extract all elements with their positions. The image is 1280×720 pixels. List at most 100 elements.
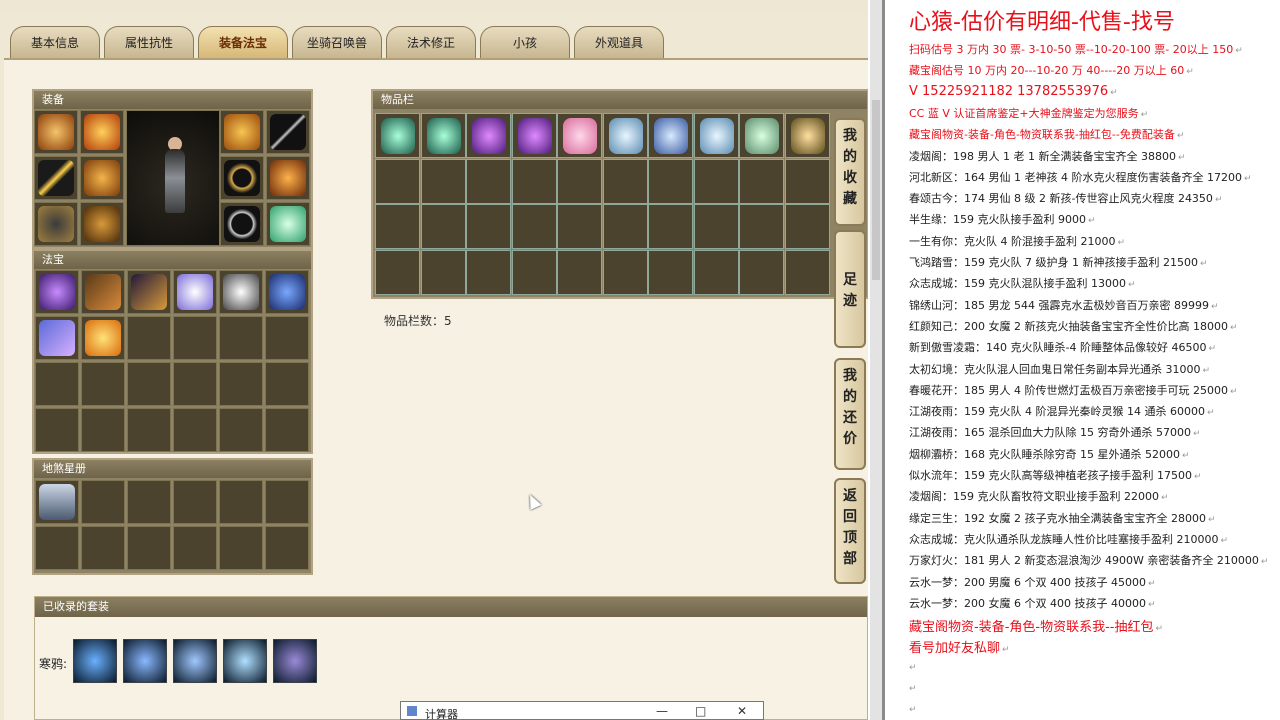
star-book-slot[interactable] [265,526,309,570]
side-button-3[interactable]: 返回顶部 [834,478,866,584]
star-book-slot[interactable] [219,526,263,570]
inventory-slot[interactable] [784,204,830,249]
inventory-slot[interactable] [420,113,466,158]
tab-0[interactable]: 基本信息 [10,26,100,58]
side-button-1[interactable]: 足迹 [834,230,866,348]
minimize-icon[interactable]: — [656,704,668,718]
star-book-slot[interactable] [35,526,79,570]
inventory-slot[interactable] [648,249,693,295]
treasure-slot[interactable] [265,408,309,452]
inventory-slot[interactable] [602,158,648,204]
equipment-slot[interactable] [34,110,78,154]
treasure-slot[interactable] [35,270,79,314]
star-book-slot[interactable] [219,480,263,524]
star-book-slot[interactable] [173,480,217,524]
inventory-slot[interactable] [784,113,830,158]
inventory-slot[interactable] [466,204,511,249]
treasure-slot[interactable] [219,270,263,314]
inventory-slot[interactable] [511,204,557,249]
inventory-slot[interactable] [693,249,739,295]
tab-3[interactable]: 坐骑召唤兽 [292,26,382,58]
inventory-slot[interactable] [511,113,557,158]
treasure-slot[interactable] [127,408,171,452]
tab-5[interactable]: 小孩 [480,26,570,58]
equipment-slot[interactable] [80,202,124,246]
inventory-slot[interactable] [466,113,511,158]
star-book-slot[interactable] [127,480,171,524]
tab-6[interactable]: 外观道具 [574,26,664,58]
treasure-slot[interactable] [35,316,79,360]
inventory-slot[interactable] [693,158,739,204]
tab-1[interactable]: 属性抗性 [104,26,194,58]
suit-3-icon[interactable] [173,639,217,683]
inventory-slot[interactable] [420,204,466,249]
treasure-slot[interactable] [173,362,217,406]
treasure-slot[interactable] [35,408,79,452]
treasure-slot[interactable] [219,316,263,360]
star-book-slot[interactable] [127,526,171,570]
treasure-slot[interactable] [127,270,171,314]
inventory-slot[interactable] [693,204,739,249]
inventory-slot[interactable] [784,158,830,204]
treasure-slot[interactable] [219,362,263,406]
inventory-slot[interactable] [602,249,648,295]
treasure-slot[interactable] [127,316,171,360]
equipment-slot[interactable] [80,156,124,200]
equipment-slot[interactable] [34,202,78,246]
inventory-slot[interactable] [648,204,693,249]
equipment-slot[interactable] [220,202,264,246]
treasure-slot[interactable] [81,270,125,314]
inventory-slot[interactable] [557,204,602,249]
treasure-slot[interactable] [81,316,125,360]
equipment-slot[interactable] [220,156,264,200]
inventory-slot[interactable] [602,113,648,158]
tab-2[interactable]: 装备法宝 [198,26,288,58]
inventory-slot[interactable] [420,249,466,295]
suit-1-icon[interactable] [73,639,117,683]
treasure-slot[interactable] [35,362,79,406]
close-icon[interactable]: ✕ [737,704,747,718]
treasure-slot[interactable] [81,408,125,452]
equipment-slot[interactable] [220,110,264,154]
side-button-2[interactable]: 我的还价 [834,358,866,470]
treasure-slot[interactable] [265,316,309,360]
inventory-slot[interactable] [557,158,602,204]
inventory-slot[interactable] [648,158,693,204]
inventory-slot[interactable] [375,158,420,204]
inventory-slot[interactable] [375,249,420,295]
star-book-slot[interactable] [35,480,79,524]
inventory-slot[interactable] [602,204,648,249]
game-scrollbar[interactable] [870,0,882,720]
calculator-window[interactable]: 计算器 — □ ✕ [400,701,764,720]
inventory-slot[interactable] [557,249,602,295]
inventory-slot[interactable] [739,204,784,249]
scrollbar-thumb[interactable] [872,100,880,280]
inventory-slot[interactable] [739,158,784,204]
treasure-slot[interactable] [127,362,171,406]
tab-4[interactable]: 法术修正 [386,26,476,58]
inventory-slot[interactable] [466,158,511,204]
inventory-slot[interactable] [375,204,420,249]
suit-2-icon[interactable] [123,639,167,683]
treasure-slot[interactable] [265,362,309,406]
treasure-slot[interactable] [219,408,263,452]
inventory-slot[interactable] [511,249,557,295]
treasure-slot[interactable] [173,270,217,314]
star-book-slot[interactable] [173,526,217,570]
inventory-slot[interactable] [693,113,739,158]
treasure-slot[interactable] [81,362,125,406]
equipment-slot[interactable] [266,202,310,246]
equipment-slot[interactable] [34,156,78,200]
side-button-0[interactable]: 我的收藏 [834,118,866,226]
star-book-slot[interactable] [81,526,125,570]
inventory-slot[interactable] [466,249,511,295]
inventory-slot[interactable] [739,249,784,295]
inventory-slot[interactable] [375,113,420,158]
treasure-slot[interactable] [173,316,217,360]
suit-4-icon[interactable] [223,639,267,683]
maximize-icon[interactable]: □ [695,704,706,718]
inventory-slot[interactable] [784,249,830,295]
equipment-slot[interactable] [80,110,124,154]
star-book-slot[interactable] [81,480,125,524]
inventory-slot[interactable] [420,158,466,204]
